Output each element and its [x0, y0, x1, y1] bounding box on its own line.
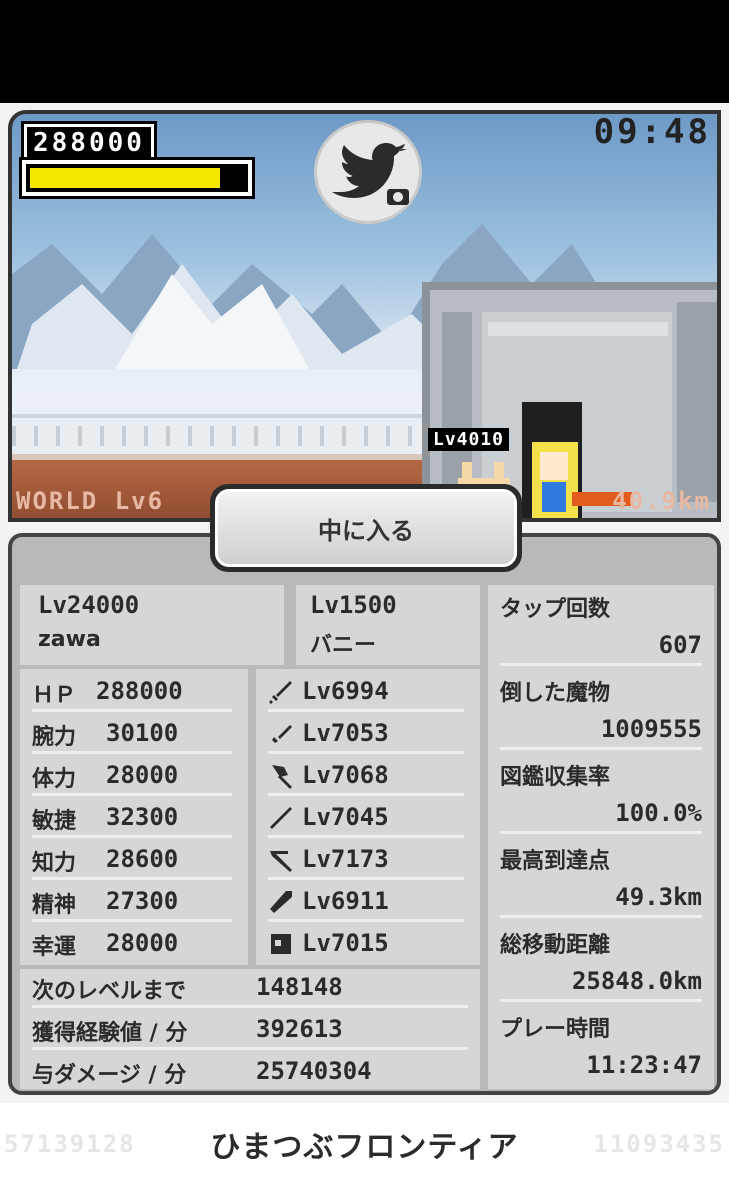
record-value: 100.0% — [615, 799, 702, 827]
record-label: プレー時間 — [500, 1017, 611, 1042]
stats-panel: Lv24000 zawa Lv1500 バニー ＨＰ 288000 腕力 301… — [8, 533, 721, 1095]
record-label: 最高到達点 — [500, 849, 611, 874]
enter-button[interactable]: 中に入る — [210, 484, 522, 572]
progress-label: 次のレベルまで — [32, 979, 187, 1004]
divider — [268, 877, 464, 880]
record-label: 図鑑収集率 — [500, 765, 611, 790]
divider — [268, 709, 464, 712]
hp-bar-fill — [30, 168, 220, 188]
pet-level: Lv1500 — [310, 591, 397, 619]
twitter-bird-icon — [332, 143, 409, 205]
stat-value: 28600 — [106, 845, 179, 873]
twitter-share-button[interactable] — [314, 120, 422, 224]
divider — [500, 663, 702, 666]
record-value: 11:23:47 — [586, 1051, 702, 1079]
stat-value: 28000 — [106, 761, 179, 789]
equipment-level: Lv7068 — [302, 761, 389, 789]
score-display: 288000 — [21, 121, 157, 165]
player-card: Lv24000 zawa — [20, 585, 284, 665]
divider — [32, 1047, 468, 1050]
enter-button-label[interactable]: 中に入る — [215, 489, 517, 567]
divider — [268, 751, 464, 754]
enemy-level-tag: Lv4010 — [428, 428, 510, 451]
bow-icon — [270, 851, 292, 872]
stat-value: 27300 — [106, 887, 179, 915]
stat-value: 30100 — [106, 719, 179, 747]
equipment-level: Lv7045 — [302, 803, 389, 831]
divider — [500, 999, 702, 1002]
status-bar — [0, 0, 729, 103]
divider — [32, 751, 232, 754]
equipment-level: Lv7173 — [302, 845, 389, 873]
record-label: タップ回数 — [500, 597, 611, 622]
equipment-level: Lv6994 — [302, 677, 389, 705]
stat-label: 知力 — [32, 851, 77, 876]
stat-label: 敏捷 — [32, 809, 77, 834]
game-screen: 288000 09:48 Lv4010 WORLD Lv6 40.9km Lv2… — [0, 0, 729, 1200]
attribute-list: ＨＰ 288000 腕力 30100 体力 28000 敏捷 32300 知力 … — [20, 669, 248, 965]
dagger-icon — [272, 725, 292, 743]
divider — [268, 835, 464, 838]
divider — [500, 831, 702, 834]
pet-card: Lv1500 バニー — [296, 585, 480, 665]
stat-label: 幸運 — [32, 935, 77, 960]
stat-value: 28000 — [106, 929, 179, 957]
equipment-level: Lv7053 — [302, 719, 389, 747]
progress-label: 与ダメージ / 分 — [32, 1063, 187, 1088]
divider — [32, 835, 232, 838]
hp-bar — [19, 157, 255, 199]
armor-icon — [271, 934, 291, 954]
stat-value: 32300 — [106, 803, 179, 831]
stat-label: 体力 — [32, 767, 77, 792]
world-level-label: WORLD Lv6 — [16, 487, 165, 515]
divider — [268, 793, 464, 796]
distance-label: 40.9km — [612, 487, 711, 515]
stat-label: 精神 — [32, 893, 77, 918]
record-value: 1009555 — [600, 715, 702, 743]
divider — [500, 747, 702, 750]
progress-value: 148148 — [256, 973, 343, 1001]
record-label: 総移動距離 — [500, 933, 611, 958]
record-value: 25848.0km — [571, 967, 702, 995]
progress-value: 25740304 — [256, 1057, 372, 1085]
records-list: タップ回数 607 倒した魔物 1009555 図鑑収集率 100.0% 最高到… — [488, 585, 714, 1089]
game-title: ひまつぶフロンティア — [210, 1130, 519, 1165]
axe-icon — [272, 765, 292, 789]
divider — [32, 1005, 468, 1008]
record-value: 607 — [658, 631, 702, 659]
sword-icon — [269, 681, 292, 704]
progress-value: 392613 — [256, 1015, 343, 1043]
player-level: Lv24000 — [38, 591, 140, 619]
equipment-list: Lv6994 Lv7053 Lv7068 Lv7045 Lv7173 Lv691… — [256, 669, 480, 965]
record-value: 49.3km — [615, 883, 702, 911]
pet-name: バニー — [310, 633, 377, 658]
stat-label: 腕力 — [32, 725, 77, 750]
stat-label: ＨＰ — [32, 683, 77, 708]
divider — [32, 793, 232, 796]
divider — [500, 915, 702, 918]
equipment-level: Lv6911 — [302, 887, 389, 915]
progress-label: 獲得経験値 / 分 — [32, 1021, 188, 1046]
game-clock: 09:48 — [593, 112, 711, 152]
stat-value: 288000 — [96, 677, 183, 705]
divider — [32, 877, 232, 880]
staff-icon — [270, 891, 292, 913]
record-label: 倒した魔物 — [500, 681, 611, 706]
divider — [32, 709, 232, 712]
equipment-level: Lv7015 — [302, 929, 389, 957]
divider — [32, 919, 232, 922]
spear-icon — [270, 807, 292, 829]
player-name: zawa — [38, 627, 101, 652]
progress-list: 次のレベルまで 148148 獲得経験値 / 分 392613 与ダメージ / … — [20, 969, 480, 1089]
divider — [268, 919, 464, 922]
